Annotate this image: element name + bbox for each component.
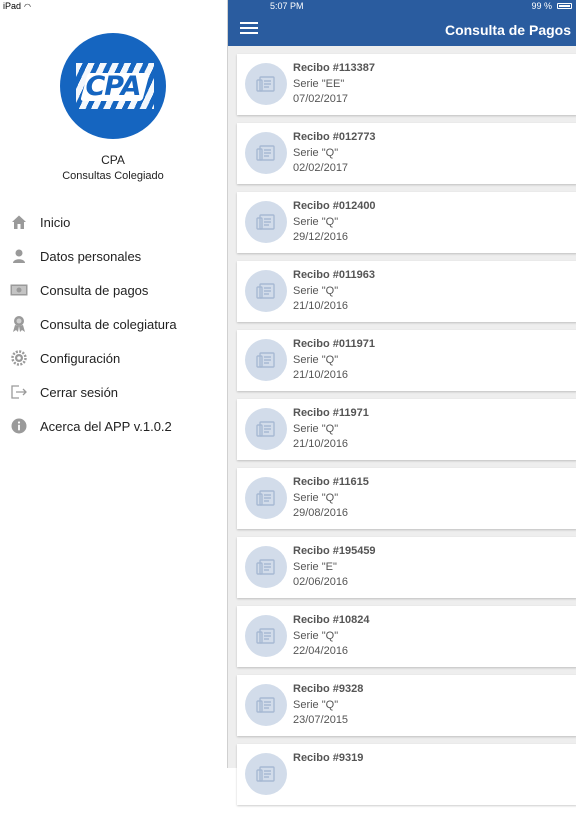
org-subtitle: Consultas Colegiado — [62, 170, 164, 182]
receipt-serie: Serie "Q" — [293, 285, 339, 297]
receipt-date: 21/10/2016 — [293, 300, 349, 312]
menu-item-label: Consulta de colegiatura — [40, 316, 177, 332]
receipt-title: Recibo #195459 — [293, 545, 376, 557]
receipt-title: Recibo #012400 — [293, 200, 376, 212]
org-name: CPA — [101, 153, 125, 167]
receipt-serie: Serie "Q" — [293, 423, 339, 435]
receipt-card[interactable]: Recibo #10824 Serie "Q" 22/04/2016 — [237, 606, 576, 667]
info-icon — [10, 417, 28, 435]
logout-icon — [10, 383, 28, 401]
home-icon — [10, 213, 28, 231]
battery-level: 99 % — [531, 1, 552, 11]
menu-list: Inicio Datos personales Consulta de pago… — [0, 205, 226, 443]
receipt-card[interactable]: Recibo #11971 Serie "Q" 21/10/2016 — [237, 399, 576, 460]
receipt-title: Recibo #10824 — [293, 614, 370, 626]
menu-item-consulta-pagos[interactable]: Consulta de pagos — [0, 273, 226, 307]
receipt-title: Recibo #011971 — [293, 338, 375, 350]
cpa-logo: CPA — [60, 33, 166, 139]
menu-item-label: Configuración — [40, 350, 121, 366]
user-icon — [10, 247, 28, 265]
receipt-card[interactable]: Recibo #011971 Serie "Q" 21/10/2016 — [237, 330, 576, 391]
receipt-icon — [245, 546, 287, 588]
receipt-date: 23/07/2015 — [293, 714, 349, 726]
receipt-icon — [245, 132, 287, 174]
device-label: iPad ◠ — [3, 1, 31, 11]
receipt-icon — [245, 270, 287, 312]
receipt-icon — [245, 63, 287, 105]
receipt-date: 02/06/2016 — [293, 576, 349, 588]
receipt-icon — [245, 408, 287, 450]
receipt-serie: Serie "Q" — [293, 354, 339, 366]
receipt-card[interactable]: Recibo #113387 Serie "EE" 07/02/2017 — [237, 54, 576, 115]
receipt-card[interactable]: Recibo #11615 Serie "Q" 29/08/2016 — [237, 468, 576, 529]
receipt-date: 07/02/2017 — [293, 93, 349, 105]
receipt-serie: Serie "Q" — [293, 630, 339, 642]
receipt-card[interactable]: Recibo #012400 Serie "Q" 29/12/2016 — [237, 192, 576, 253]
receipt-icon — [245, 615, 287, 657]
menu-item-consulta-colegiatura[interactable]: Consulta de colegiatura — [0, 307, 226, 341]
receipt-title: Recibo #9328 — [293, 683, 364, 695]
wifi-icon: ◠ — [24, 2, 31, 11]
menu-item-configuracion[interactable]: Configuración — [0, 341, 226, 375]
money-icon — [10, 281, 28, 299]
receipt-card[interactable]: Recibo #012773 Serie "Q" 02/02/2017 — [237, 123, 576, 184]
receipt-icon — [245, 684, 287, 726]
receipt-icon — [245, 477, 287, 519]
receipt-icon — [245, 753, 287, 795]
page-title: Consulta de Pagos — [444, 22, 571, 38]
receipt-serie: Serie "Q" — [293, 699, 339, 711]
receipt-title: Recibo #11971 — [293, 407, 369, 419]
receipt-card[interactable]: Recibo #9328 Serie "Q" 23/07/2015 — [237, 675, 576, 736]
menu-item-label: Acerca del APP v.1.0.2 — [40, 418, 172, 434]
receipt-icon — [245, 339, 287, 381]
receipt-serie: Serie "Q" — [293, 216, 339, 228]
receipt-card[interactable]: Recibo #011963 Serie "Q" 21/10/2016 — [237, 261, 576, 322]
menu-item-label: Inicio — [40, 214, 71, 230]
receipt-list: Recibo #113387 Serie "EE" 07/02/2017 Recibo… — [237, 54, 576, 813]
gear-icon — [10, 349, 28, 367]
menu-item-inicio[interactable]: Inicio — [0, 205, 226, 239]
main-content: Consulta de Pagos Recibo #113387 Serie "E… — [227, 0, 576, 805]
receipt-card[interactable]: Recibo #195459 Serie "E" 02/06/2016 — [237, 537, 576, 598]
receipt-date: 29/12/2016 — [293, 231, 349, 243]
receipt-serie: Serie "E" — [293, 561, 337, 573]
menu-item-acerca[interactable]: Acerca del APP v.1.0.2 — [0, 409, 226, 443]
menu-item-label: Cerrar sesión — [40, 384, 119, 400]
receipt-title: Recibo #011963 — [293, 269, 375, 281]
menu-item-cerrar-sesion[interactable]: Cerrar sesión — [0, 375, 226, 409]
receipt-icon — [245, 201, 287, 243]
receipt-serie: Serie "EE" — [293, 78, 345, 90]
side-menu: CPA CPA Consultas Colegiado Inicio Datos… — [0, 0, 226, 768]
receipt-title: Recibo #9319 — [293, 752, 364, 764]
menu-toggle-icon[interactable] — [240, 22, 258, 36]
receipt-date: 29/08/2016 — [293, 507, 349, 519]
receipt-serie: Serie "Q" — [293, 147, 339, 159]
receipt-title: Recibo #113387 — [293, 62, 375, 74]
receipt-date: 02/02/2017 — [293, 162, 349, 174]
award-icon — [10, 315, 28, 333]
menu-item-datos-personales[interactable]: Datos personales — [0, 239, 226, 273]
receipt-date: 22/04/2016 — [293, 645, 349, 657]
battery-icon — [557, 3, 572, 9]
receipt-date: 21/10/2016 — [293, 438, 349, 450]
receipt-title: Recibo #012773 — [293, 131, 376, 143]
receipt-card[interactable]: Recibo #9319 — [237, 744, 576, 805]
receipt-title: Recibo #11615 — [293, 476, 369, 488]
receipt-serie: Serie "Q" — [293, 492, 339, 504]
receipt-date: 21/10/2016 — [293, 369, 349, 381]
logo-text: CPA — [85, 71, 141, 102]
menu-item-label: Datos personales — [40, 248, 142, 264]
menu-item-label: Consulta de pagos — [40, 282, 149, 298]
status-bar: iPad ◠ 5:07 PM 99 % — [0, 0, 576, 12]
status-time: 5:07 PM — [270, 1, 304, 11]
